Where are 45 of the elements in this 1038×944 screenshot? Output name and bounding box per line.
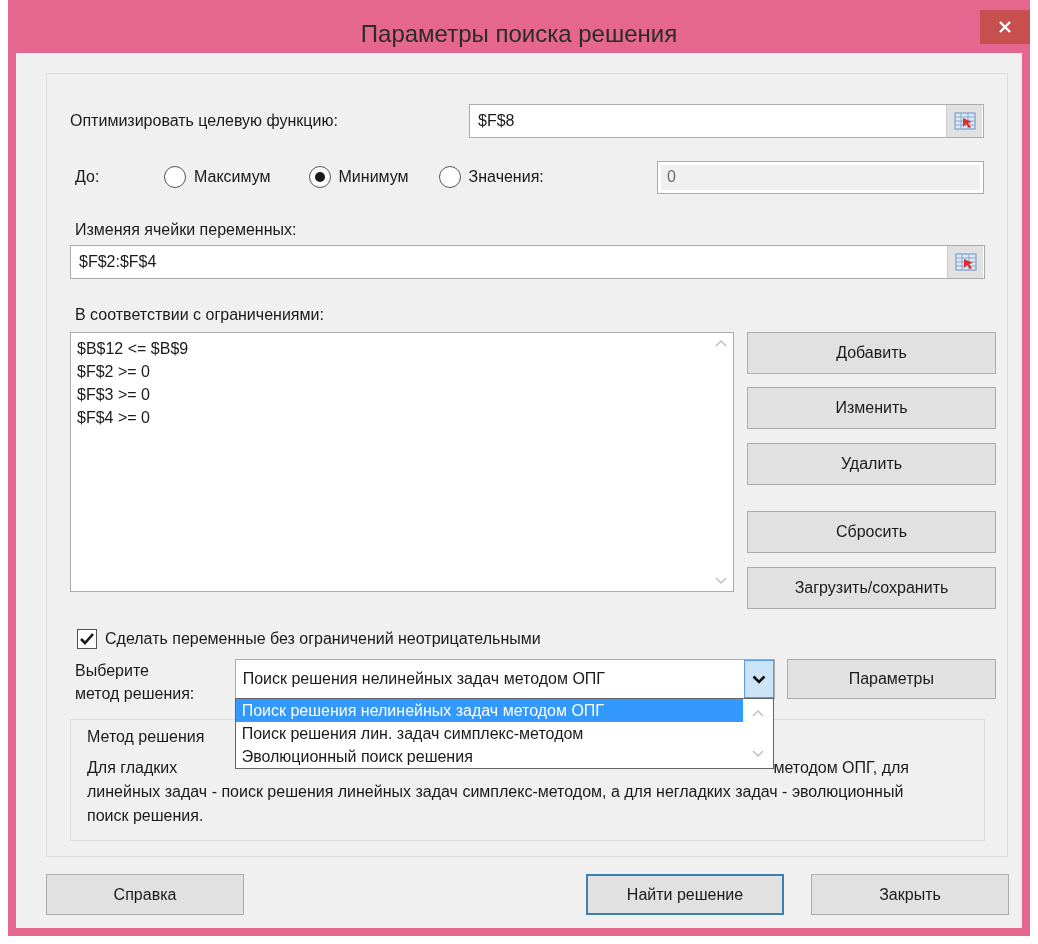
checkbox[interactable] (77, 629, 97, 649)
chevron-down-icon (751, 674, 766, 684)
constraint-button[interactable]: Загрузить/сохранить (747, 567, 996, 609)
close-button[interactable] (980, 10, 1030, 44)
dropdown-option[interactable]: Поиск решения лин. задач симплекс-методом (235, 722, 743, 745)
radio-option[interactable]: Максимум (164, 166, 271, 188)
field-label: Выберите метод решения: (75, 661, 196, 704)
field-label: Изменяя ячейки переменных: (75, 221, 297, 239)
window-title: Параметры поиска решения (360, 20, 678, 48)
radio-selected[interactable] (308, 166, 331, 188)
constraints-list[interactable]: $B$12 <= $B$9 $F$2 >= 0 $F$3 >= 0 $F$4 >= 0 (70, 332, 734, 592)
dropdown-list[interactable]: Поиск решения нелинейных задач методом ОПГ Поиск решения лин. задач симплекс-методом Эволюционный поиск решения (234, 698, 774, 769)
method-dropdown[interactable]: Поиск решения нелинейных задач методом ОПГ (234, 659, 775, 699)
dialog-button[interactable]: Справка (46, 874, 244, 915)
close-icon (998, 20, 1012, 34)
radio-option[interactable]: Минимум (308, 166, 409, 188)
table-arrow-icon (953, 112, 976, 130)
variables-field[interactable]: $F$2:$F$4 (70, 245, 985, 279)
dropdown-option[interactable]: Эволюционный поиск решения (235, 745, 743, 768)
method-description: методом ОПГ, для (773, 758, 909, 778)
objective-field[interactable]: $F$8 (469, 104, 984, 138)
checkbox-label: Сделать переменные без ограничений неотрицательными (105, 630, 541, 648)
radio-unselected[interactable] (438, 166, 461, 188)
constraint-button[interactable]: Изменить (747, 387, 996, 429)
constraint-button[interactable]: Добавить (747, 332, 996, 374)
range-select-button[interactable] (946, 105, 982, 137)
constraint-item[interactable]: $F$2 >= 0 (77, 360, 150, 383)
radio-unselected[interactable] (164, 166, 186, 188)
field-label: Оптимизировать целевую функцию: (70, 112, 338, 130)
field-label: До: (75, 168, 101, 186)
method-description: Для гладких (87, 758, 178, 778)
dialog-button[interactable]: Найти решение (586, 874, 784, 915)
radio-option[interactable]: Значения: (438, 166, 544, 188)
constraint-button[interactable]: Сбросить (747, 511, 996, 553)
constraint-item[interactable]: $B$12 <= $B$9 (77, 337, 189, 360)
dialog-button[interactable]: Закрыть (811, 874, 1009, 915)
table-arrow-icon (954, 253, 977, 271)
constraint-button[interactable]: Удалить (747, 443, 996, 485)
parameters-button[interactable]: Параметры (786, 659, 996, 699)
method-description: линейных задач - поиск решения линейных задач симплекс-методом, а для негладких задач - эволюционный поиск решения. (87, 782, 905, 826)
range-select-button[interactable] (947, 246, 983, 278)
constraint-item[interactable]: $F$3 >= 0 (77, 383, 150, 406)
group-title: Метод решения (87, 728, 205, 746)
field-label: В соответствии с ограничениями: (75, 306, 324, 324)
constraint-item[interactable]: $F$4 >= 0 (77, 406, 150, 429)
